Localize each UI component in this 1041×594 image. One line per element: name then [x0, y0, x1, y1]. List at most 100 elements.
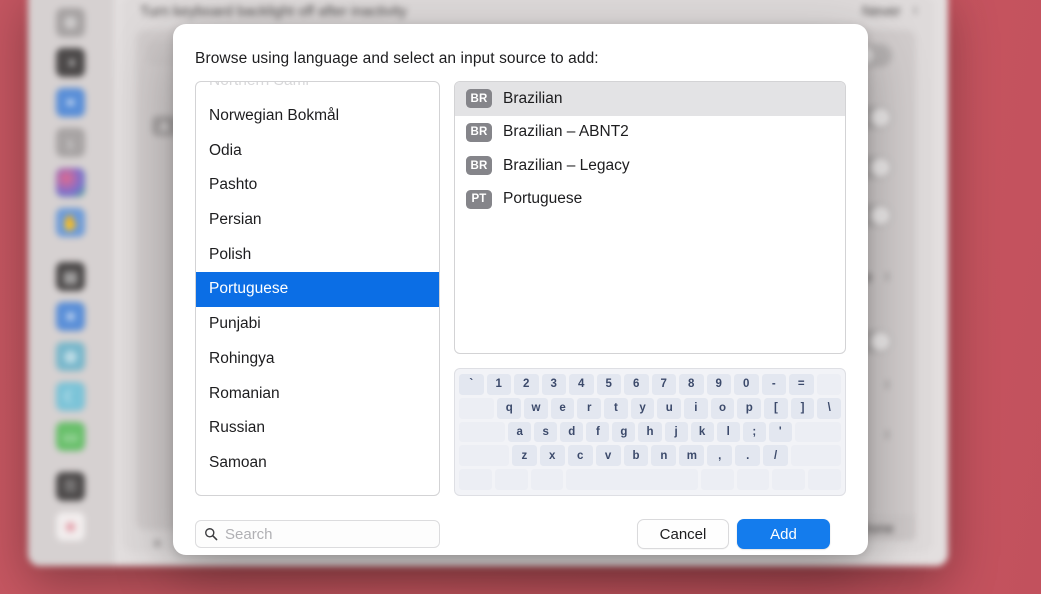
keyboard-key: 3	[541, 374, 566, 395]
language-list-item[interactable]: Northern Sami	[196, 82, 439, 99]
input-source-row[interactable]: PT Portuguese	[455, 183, 845, 217]
language-list-item[interactable]: Persian	[196, 203, 439, 238]
language-list[interactable]: Northern SamiNorwegian BokmålOdiaPashtoP…	[195, 81, 440, 496]
keyboard-key: b	[623, 445, 649, 467]
keyboard-key: c	[567, 445, 593, 467]
wallpaper-icon: ✿	[56, 342, 85, 371]
keyboard-key: 9	[706, 374, 731, 395]
language-list-item[interactable]: Odia	[196, 133, 439, 168]
language-list-item[interactable]: Romanian	[196, 376, 439, 411]
language-list-item[interactable]: Portuguese	[196, 272, 439, 307]
appearance-icon: ◑	[56, 48, 85, 77]
keyboard-modifier-key	[459, 421, 506, 443]
keyboard-key: n	[651, 445, 677, 467]
keyboard-key: h	[638, 421, 662, 443]
keyboard-key: a	[508, 421, 532, 443]
keyboard-modifier-key	[794, 421, 841, 443]
keyboard-key: /	[763, 445, 789, 467]
keyboard-key: p	[737, 397, 762, 419]
desktop-dock-icon: ▤	[56, 262, 85, 291]
keyboard-key: j	[664, 421, 688, 443]
language-list-item[interactable]: Norwegian Bokmål	[196, 99, 439, 134]
keyboard-modifier-key	[459, 397, 495, 419]
input-source-row[interactable]: BR Brazilian – ABNT2	[455, 116, 845, 150]
cancel-button[interactable]: Cancel	[637, 519, 729, 549]
keyboard-key: 2	[514, 374, 539, 395]
language-list-item[interactable]: Russian	[196, 411, 439, 446]
screensaver-icon: ☾	[56, 382, 85, 411]
accessibility-icon: ⚭	[56, 88, 85, 117]
apostrophe-stepper-icon: ↕	[884, 426, 890, 441]
touch-id-icon: ❀	[56, 512, 85, 541]
siri-icon	[56, 168, 85, 197]
keyboard-key: 8	[679, 374, 704, 395]
input-source-row[interactable]: BR Brazilian – Legacy	[455, 149, 845, 183]
add-input-source-sheet: Browse using language and select an inpu…	[173, 24, 868, 555]
input-source-badge: BR	[466, 122, 492, 142]
language-list-item[interactable]: Samoan	[196, 446, 439, 481]
keyboard-key: 4	[569, 374, 594, 395]
keyboard-modifier-key	[808, 469, 841, 490]
keyboard-modifier-key	[772, 469, 806, 490]
keyboard-key: o	[710, 397, 735, 419]
keyboard-modifier-key	[791, 445, 841, 467]
settings-sidebar: ⚙ ◑ ⚭ ⍸ ✋ ▤ ☀ ✿ ☾ ▭ ⚿ ❀	[28, 0, 114, 566]
input-source-badge: BR	[466, 156, 492, 176]
battery-icon: ▭	[56, 422, 85, 451]
keyboard-modifier-key	[816, 374, 841, 395]
keyboard-key: ;	[742, 421, 766, 443]
keyboard-key: u	[657, 397, 682, 419]
keyboard-key: q	[497, 397, 522, 419]
search-field[interactable]: Search	[195, 520, 440, 548]
sheet-title: Browse using language and select an inpu…	[195, 50, 599, 67]
keyboard-key: l	[716, 421, 740, 443]
input-source-label: Brazilian	[503, 89, 563, 107]
keyboard-key: g	[612, 421, 636, 443]
input-source-label: Portuguese	[503, 190, 583, 208]
input-source-list[interactable]: BR Brazilian BR Brazilian – ABNT2 BR Brazilia…	[454, 81, 846, 354]
input-source-badge: PT	[466, 189, 492, 209]
input-source-row[interactable]: BR Brazilian	[455, 82, 845, 116]
keyboard-modifier-key	[494, 469, 528, 490]
keyboard-key: .	[735, 445, 761, 467]
keyboard-key: -	[761, 374, 786, 395]
keyboard-key: 0	[734, 374, 759, 395]
backlight-stepper-icon: ↕	[912, 2, 918, 17]
keyboard-key: [	[764, 397, 788, 419]
add-button[interactable]: Add	[737, 519, 830, 549]
language-list-item[interactable]: Punjabi	[196, 307, 439, 342]
keyboard-row: z x c v b n m,. /	[459, 445, 841, 467]
input-source-label: Brazilian – Legacy	[503, 156, 630, 174]
keyboard-modifier-key	[566, 469, 698, 490]
keyboard-key: 5	[596, 374, 621, 395]
keyboard-key: i	[684, 397, 708, 419]
keyboard-row: a s d f g h j k l; '	[459, 421, 841, 443]
language-list-item[interactable]: Polish	[196, 237, 439, 272]
keyboard-key: t	[604, 397, 628, 419]
keyboard-row: q w e r t y u i o p[] \	[459, 397, 842, 419]
keyboard-modifier-key	[736, 469, 770, 490]
search-input[interactable]: Search	[225, 526, 273, 543]
keyboard-key: r	[577, 397, 602, 419]
keyboard-key: \	[817, 397, 842, 419]
keyboard-layout-preview: ` 1 2 3 4 5 6 7 8 9 0- = q w e r t y u i o p[] \ a s d f g h j k l; ' z x c…	[454, 368, 846, 496]
keyboard-key: x	[539, 445, 565, 467]
keyboard-key: `	[459, 374, 484, 395]
general-icon: ⚙	[56, 8, 85, 37]
language-list-item[interactable]: Rohingya	[196, 342, 439, 377]
keyboard-row: ` 1 2 3 4 5 6 7 8 9 0- =	[459, 374, 841, 395]
displays-icon: ☀	[56, 302, 85, 331]
keyboard-key: d	[560, 421, 584, 443]
backlight-row-value: Never	[862, 4, 901, 20]
keyboard-modifier-key	[459, 445, 509, 467]
keyboard-key: f	[586, 421, 610, 443]
keyboard-key: ]	[790, 397, 815, 419]
keyboard-key: 1	[486, 374, 511, 395]
lock-screen-icon: ⚿	[56, 472, 85, 501]
keyboard-key: 6	[624, 374, 649, 395]
input-source-label: Brazilian – ABNT2	[503, 123, 629, 141]
language-list-item[interactable]: Pashto	[196, 168, 439, 203]
keyboard-key: v	[595, 445, 621, 467]
keyboard-key: 7	[651, 374, 676, 395]
quote-stepper-icon: ↕	[884, 376, 890, 391]
